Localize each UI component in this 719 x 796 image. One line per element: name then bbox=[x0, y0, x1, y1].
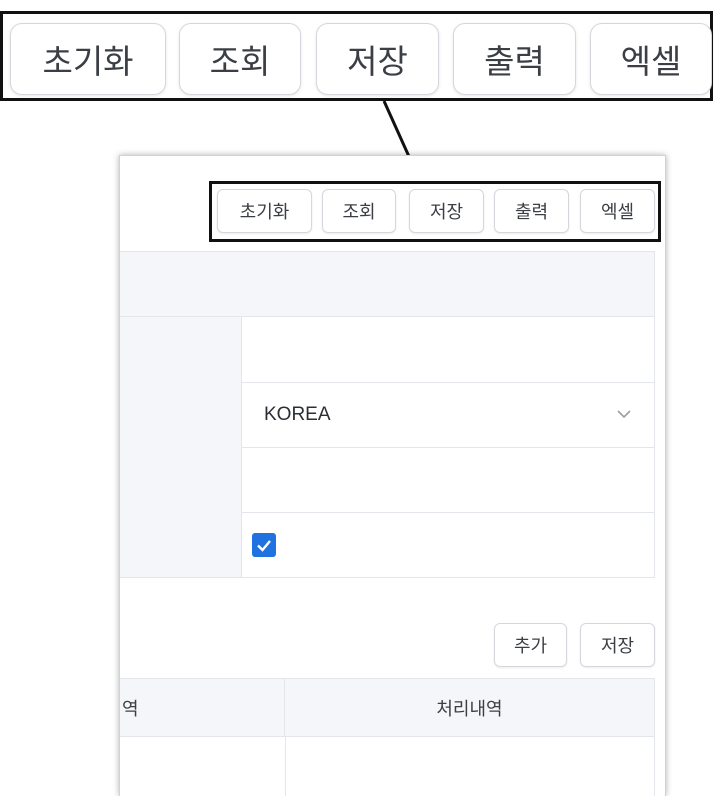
excel-button[interactable]: 엑셀 bbox=[580, 189, 655, 233]
search-button[interactable]: 조회 bbox=[322, 189, 396, 233]
print-button[interactable]: 출력 bbox=[494, 189, 569, 233]
zoom-save-button[interactable]: 저장 bbox=[316, 23, 439, 95]
data-grid: 역 처리내역 bbox=[120, 678, 655, 796]
country-select-value: KOREA bbox=[264, 403, 331, 425]
checkmark-icon bbox=[257, 539, 271, 552]
form-label-cell bbox=[120, 447, 242, 512]
table-row[interactable] bbox=[120, 737, 654, 796]
checkbox[interactable] bbox=[252, 532, 276, 557]
text-field[interactable] bbox=[243, 447, 654, 512]
grid-header-row: 역 처리내역 bbox=[120, 678, 654, 737]
form-label-cell bbox=[120, 512, 242, 577]
zoom-reset-button[interactable]: 초기화 bbox=[10, 23, 166, 95]
zoom-excel-button[interactable]: 엑셀 bbox=[590, 23, 712, 95]
grid-cell-divider bbox=[285, 737, 286, 796]
form-row: KOREA bbox=[120, 382, 654, 448]
text-field[interactable] bbox=[243, 317, 654, 382]
chevron-down-icon bbox=[617, 410, 631, 419]
grid-save-button[interactable]: 저장 bbox=[580, 623, 655, 667]
form-row bbox=[120, 447, 654, 513]
checkbox-cell bbox=[243, 512, 654, 577]
form-row bbox=[120, 317, 654, 383]
grid-column-header[interactable]: 역 bbox=[120, 679, 285, 736]
form-header-row bbox=[120, 252, 654, 317]
country-select[interactable]: KOREA bbox=[243, 382, 654, 447]
form-label-cell bbox=[120, 317, 242, 382]
reset-button[interactable]: 초기화 bbox=[217, 189, 312, 233]
zoom-search-button[interactable]: 조회 bbox=[179, 23, 301, 95]
form-label-cell bbox=[120, 382, 242, 447]
grid-column-header-history[interactable]: 처리내역 bbox=[285, 679, 654, 736]
add-button[interactable]: 추가 bbox=[494, 623, 567, 667]
form-row bbox=[120, 512, 654, 578]
search-form: KOREA bbox=[120, 251, 655, 578]
screen-panel: 초기화 조회 저장 출력 엑셀 KOREA 추가 저장 역 처리내역 bbox=[119, 155, 666, 796]
save-button[interactable]: 저장 bbox=[409, 189, 484, 233]
zoom-print-button[interactable]: 출력 bbox=[453, 23, 576, 95]
toolbar-zoom-callout: 초기화 조회 저장 출력 엑셀 bbox=[0, 11, 713, 101]
